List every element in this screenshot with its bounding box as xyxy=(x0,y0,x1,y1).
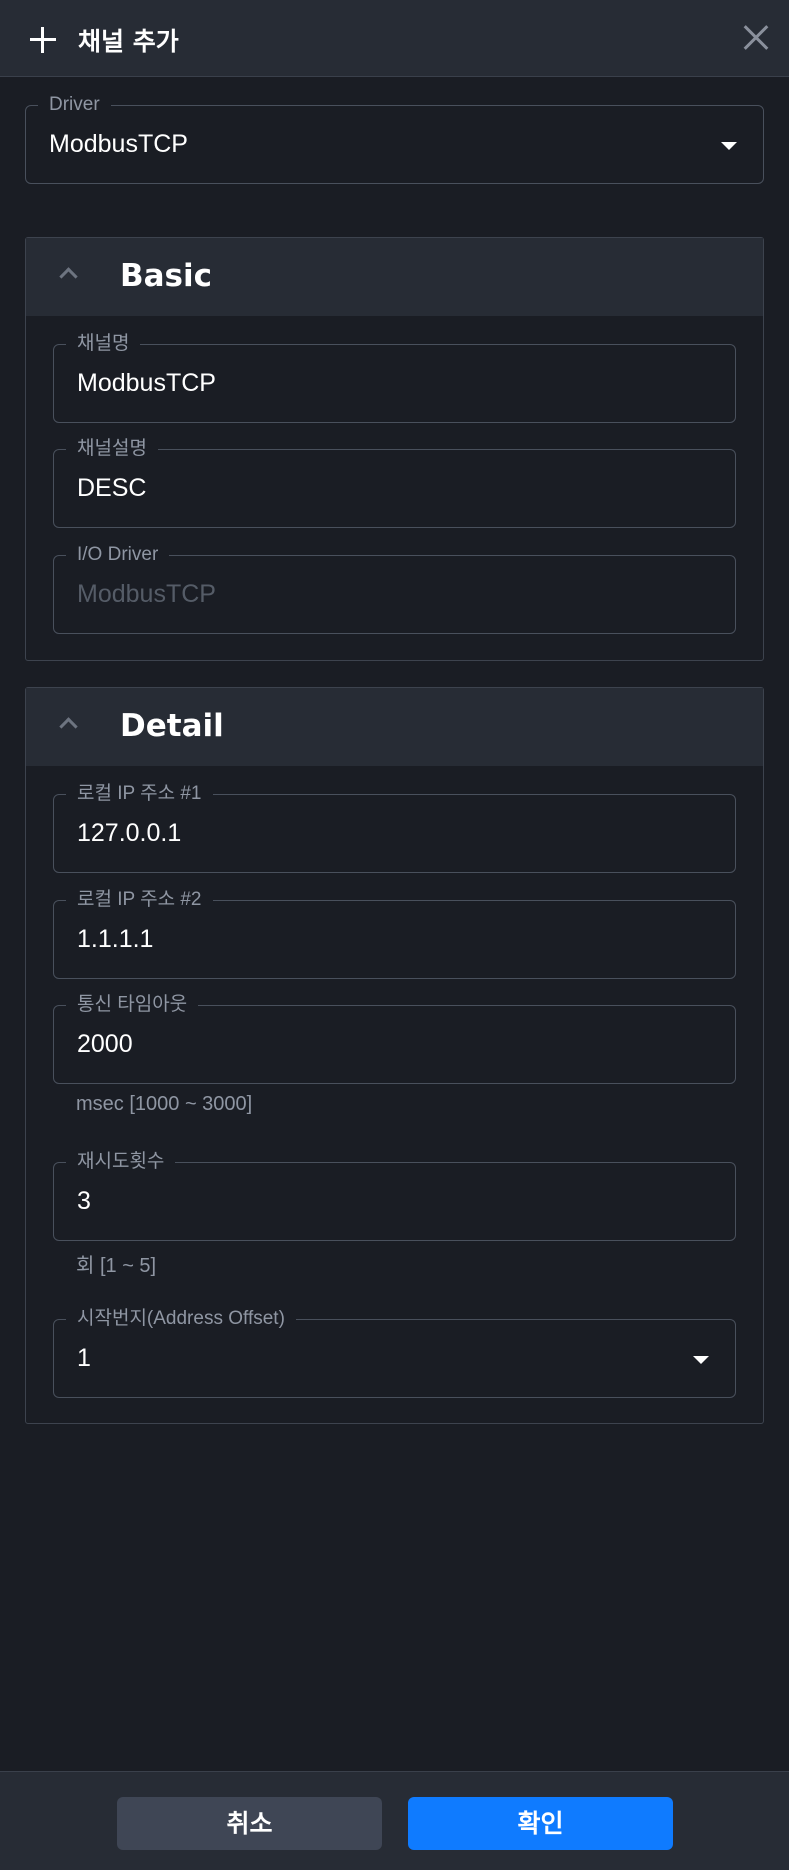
dialog-footer: 취소 확인 xyxy=(0,1771,789,1870)
channel-name-value: ModbusTCP xyxy=(77,369,216,397)
cancel-button[interactable]: 취소 xyxy=(117,1797,382,1850)
address-offset-select[interactable]: 시작번지(Address Offset) 1 xyxy=(53,1307,736,1398)
timeout-label: 통신 타임아웃 xyxy=(66,993,199,1017)
chevron-up-icon[interactable] xyxy=(59,717,78,736)
retry-field[interactable]: 재시도횟수 3 xyxy=(53,1150,736,1241)
dialog-header: 채널 추가 xyxy=(0,0,789,77)
local-ip2-value: 1.1.1.1 xyxy=(77,925,154,953)
local-ip1-field[interactable]: 로컬 IP 주소 #1 127.0.0.1 xyxy=(53,782,736,873)
address-offset-label: 시작번지(Address Offset) xyxy=(66,1307,296,1331)
local-ip1-label: 로컬 IP 주소 #1 xyxy=(66,782,213,806)
channel-desc-value: DESC xyxy=(77,474,147,502)
driver-label: Driver xyxy=(38,93,111,117)
driver-value: ModbusTCP xyxy=(49,130,188,158)
dialog-title: 채널 추가 xyxy=(78,27,179,56)
address-offset-value: 1 xyxy=(77,1344,91,1372)
basic-section-header[interactable]: Basic xyxy=(26,238,763,316)
channel-desc-field[interactable]: 채널설명 DESC xyxy=(53,437,736,528)
io-driver-field: I/O Driver ModbusTCP xyxy=(53,543,736,634)
plus-icon xyxy=(30,27,56,53)
timeout-hint: msec [1000 ~ 3000] xyxy=(76,1093,253,1115)
timeout-field[interactable]: 통신 타임아웃 2000 xyxy=(53,993,736,1084)
caret-down-icon[interactable] xyxy=(693,1356,709,1364)
channel-desc-label: 채널설명 xyxy=(66,437,158,461)
retry-value: 3 xyxy=(77,1187,91,1215)
channel-name-field[interactable]: 채널명 ModbusTCP xyxy=(53,332,736,423)
close-icon[interactable] xyxy=(742,24,770,52)
io-driver-value: ModbusTCP xyxy=(77,580,216,608)
driver-select[interactable]: Driver ModbusTCP xyxy=(25,93,764,184)
local-ip2-field[interactable]: 로컬 IP 주소 #2 1.1.1.1 xyxy=(53,888,736,979)
chevron-up-icon[interactable] xyxy=(59,267,78,286)
detail-section-title: Detail xyxy=(120,708,224,744)
detail-section-header[interactable]: Detail xyxy=(26,688,763,766)
basic-section-title: Basic xyxy=(120,258,213,294)
caret-down-icon[interactable] xyxy=(721,142,737,150)
local-ip1-value: 127.0.0.1 xyxy=(77,819,182,847)
io-driver-label: I/O Driver xyxy=(66,543,170,567)
channel-name-label: 채널명 xyxy=(66,332,141,356)
retry-hint: 회 [1 ~ 5] xyxy=(76,1255,157,1277)
timeout-value: 2000 xyxy=(77,1030,133,1058)
retry-label: 재시도횟수 xyxy=(66,1150,176,1174)
local-ip2-label: 로컬 IP 주소 #2 xyxy=(66,888,213,912)
confirm-button[interactable]: 확인 xyxy=(408,1797,673,1850)
